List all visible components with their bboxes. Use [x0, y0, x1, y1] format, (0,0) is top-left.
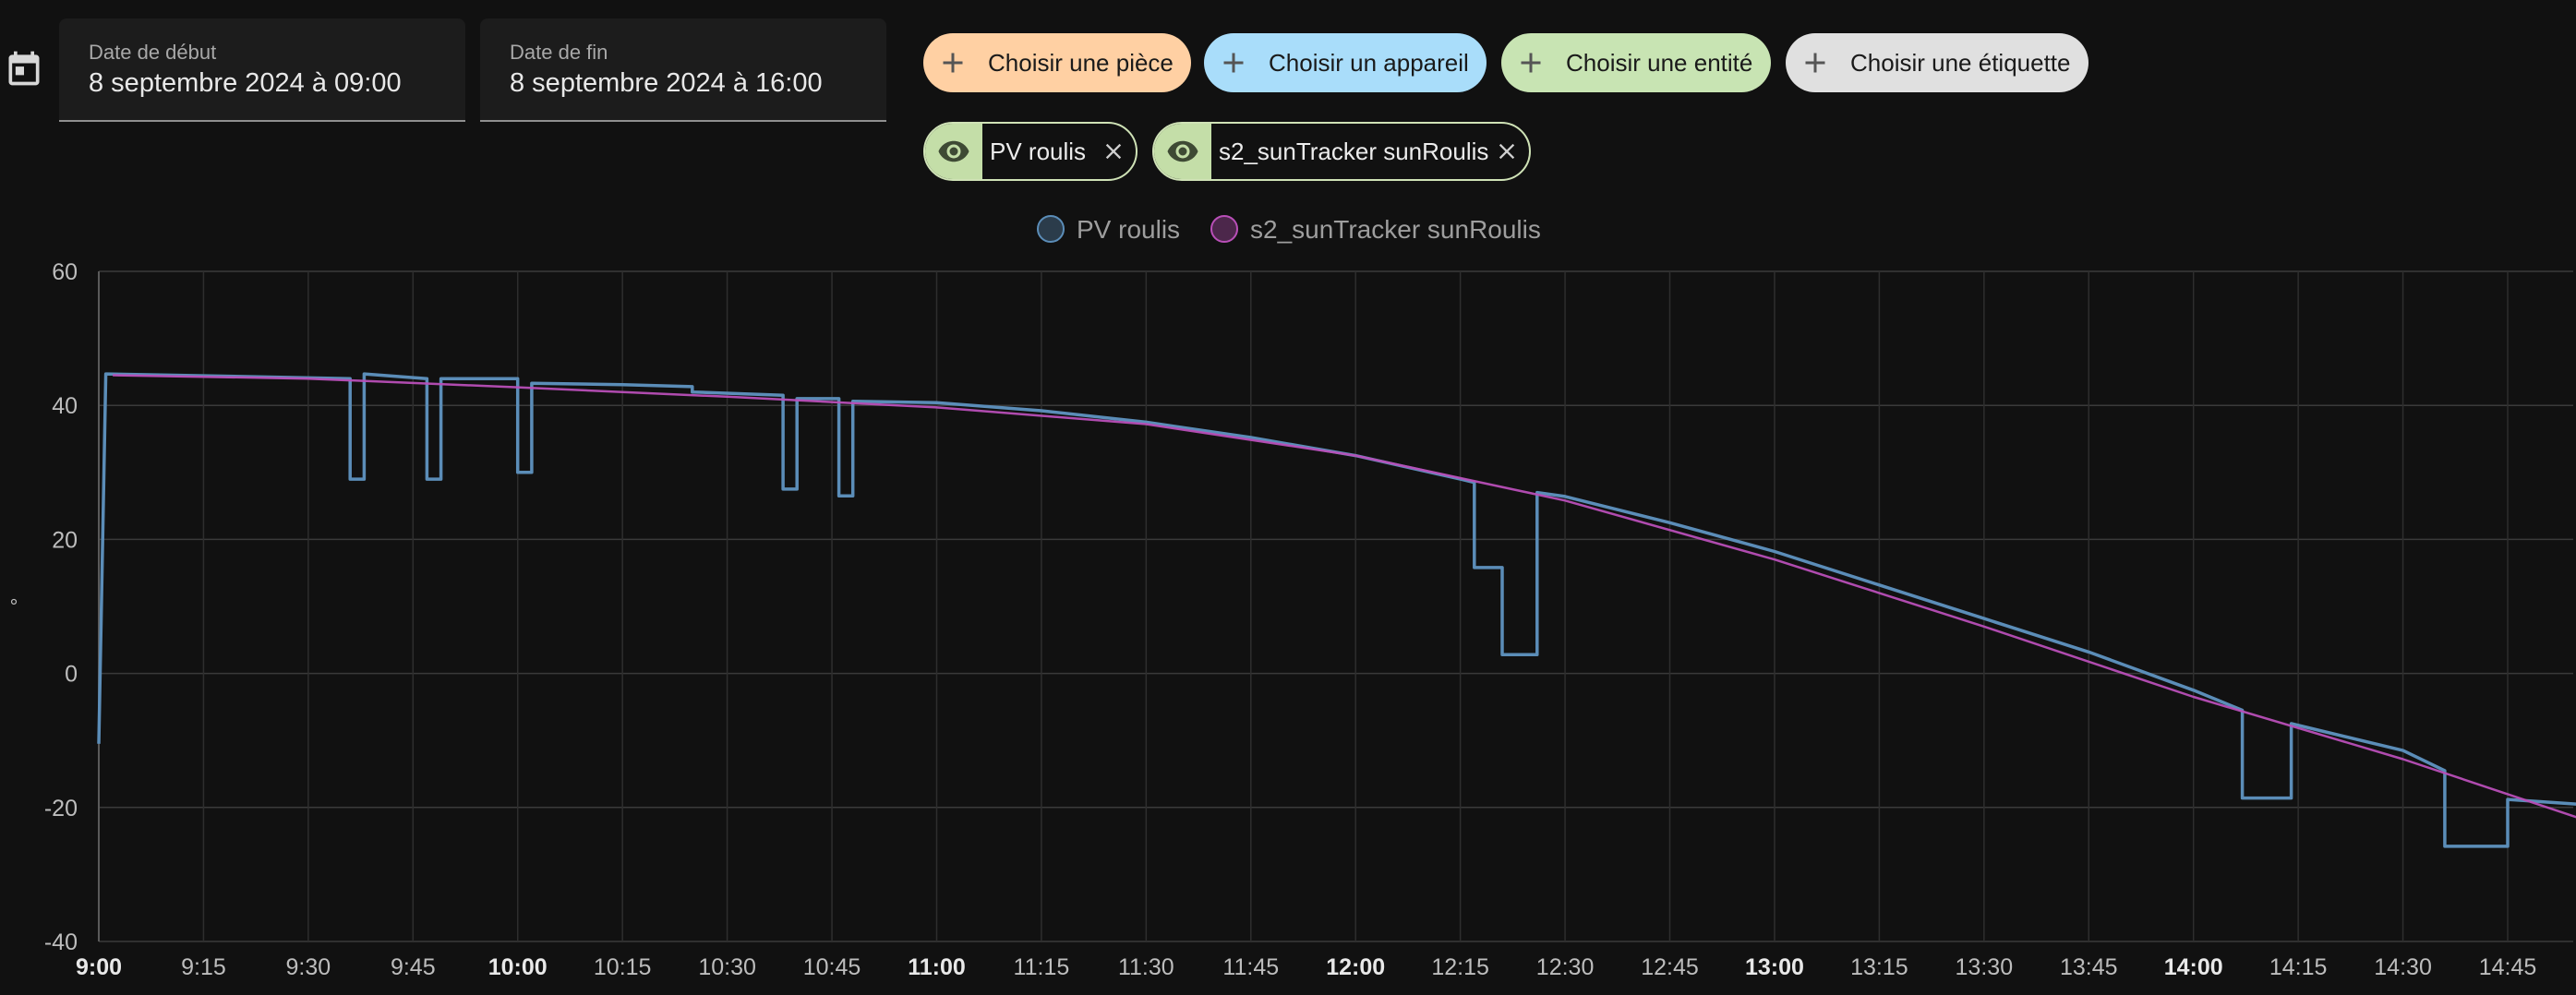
- legend-label[interactable]: PV roulis: [1077, 215, 1180, 244]
- end-date-label: Date de fin: [510, 41, 608, 64]
- x-tick-label: 9:45: [391, 954, 436, 980]
- choose-label-button[interactable]: Choisir une étiquette: [1786, 33, 2088, 92]
- x-tick-label: 14:00: [2164, 954, 2223, 980]
- eye-icon[interactable]: [1154, 124, 1211, 179]
- choose-device-button[interactable]: Choisir un appareil: [1204, 33, 1487, 92]
- legend-label[interactable]: s2_sunTracker sunRoulis: [1250, 215, 1541, 244]
- choose-device-label: Choisir un appareil: [1269, 49, 1469, 77]
- choose-area-label: Choisir une pièce: [988, 49, 1174, 77]
- series-line-pv-roulis: [97, 372, 2576, 848]
- x-tick-label: 11:00: [908, 954, 966, 980]
- y-tick-label: 60: [52, 259, 78, 285]
- x-tick-label: 12:00: [1326, 954, 1385, 980]
- x-tick-label: 9:15: [181, 954, 226, 980]
- start-date-value: 8 septembre 2024 à 09:00: [89, 68, 402, 98]
- x-tick-label: 14:45: [2479, 954, 2537, 980]
- plus-icon: [1223, 53, 1244, 73]
- x-tick-label: 12:45: [1641, 954, 1699, 980]
- x-tick-label: 10:30: [698, 954, 756, 980]
- entity-chip-label: s2_sunTracker sunRoulis: [1219, 138, 1489, 165]
- choose-label-label: Choisir une étiquette: [1850, 49, 2071, 77]
- calendar-icon[interactable]: [4, 48, 44, 89]
- x-tick-label: 9:30: [286, 954, 331, 980]
- y-axis-label: °: [10, 594, 18, 617]
- x-tick-label: 10:15: [594, 954, 652, 980]
- close-icon[interactable]: [1101, 138, 1126, 164]
- x-tick-label: 11:15: [1014, 954, 1070, 980]
- start-date-label: Date de début: [89, 41, 217, 64]
- x-tick-label: 14:30: [2374, 954, 2432, 980]
- legend-marker[interactable]: [1037, 215, 1065, 243]
- x-tick-label: 10:00: [488, 954, 548, 980]
- series-line-suntracker: [113, 374, 2576, 819]
- choose-entity-label: Choisir une entité: [1566, 49, 1753, 77]
- plus-icon: [1805, 53, 1825, 73]
- history-chart[interactable]: 60 40 20 0 -20 -409:00 9:15 9:30 9:45 10:00 10:15 1…: [0, 194, 2576, 995]
- choose-area-button[interactable]: Choisir une pièce: [923, 33, 1191, 92]
- x-tick-label: 13:00: [1745, 954, 1804, 980]
- y-tick-label: 20: [52, 527, 78, 553]
- x-tick-label: 11:30: [1118, 954, 1174, 980]
- entity-chip-pv-roulis[interactable]: PV roulis: [923, 122, 1138, 181]
- close-icon[interactable]: [1494, 138, 1520, 164]
- x-tick-label: 13:15: [1850, 954, 1908, 980]
- eye-icon[interactable]: [925, 124, 982, 179]
- x-tick-label: 12:15: [1431, 954, 1489, 980]
- plus-icon: [943, 53, 963, 73]
- x-tick-label: 14:15: [2269, 954, 2328, 980]
- x-tick-label: 13:30: [1956, 954, 2014, 980]
- y-tick-label: 0: [65, 662, 78, 688]
- x-tick-label: 13:45: [2060, 954, 2118, 980]
- y-tick-label: -40: [44, 929, 78, 955]
- y-tick-label: -20: [44, 796, 78, 821]
- x-tick-label: 10:45: [803, 954, 861, 980]
- entity-chip-suntracker[interactable]: s2_sunTracker sunRoulis: [1152, 122, 1531, 181]
- y-tick-label: 40: [52, 393, 78, 419]
- end-date-value: 8 septembre 2024 à 16:00: [510, 68, 823, 98]
- entity-chip-label: PV roulis: [990, 138, 1087, 165]
- x-tick-label: 9:00: [76, 954, 122, 980]
- x-tick-label: 12:30: [1536, 954, 1595, 980]
- choose-entity-button[interactable]: Choisir une entité: [1501, 33, 1771, 92]
- start-date-field[interactable]: Date de début 8 septembre 2024 à 09:00: [59, 18, 465, 122]
- plus-icon: [1521, 53, 1541, 73]
- end-date-field[interactable]: Date de fin 8 septembre 2024 à 16:00: [480, 18, 886, 122]
- x-tick-label: 11:45: [1222, 954, 1279, 980]
- legend-marker[interactable]: [1210, 215, 1238, 243]
